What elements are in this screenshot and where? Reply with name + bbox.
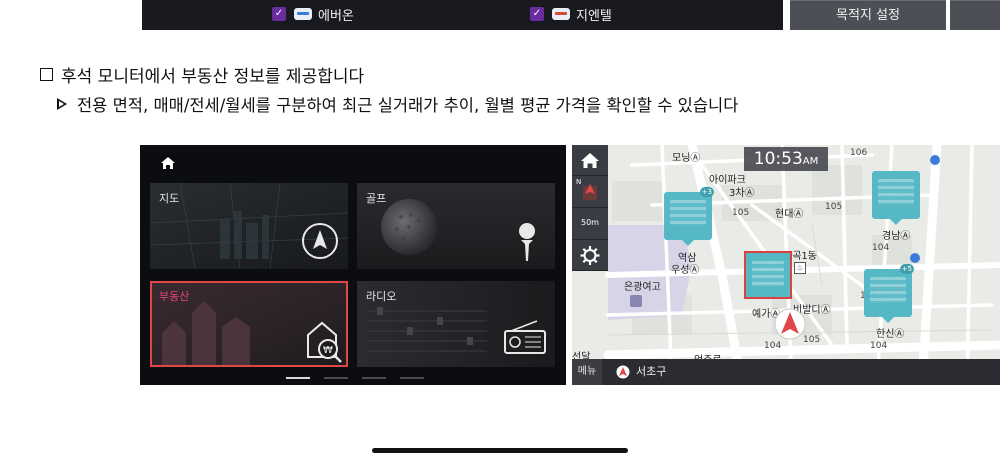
home-indicator[interactable] bbox=[372, 448, 628, 453]
school-icon bbox=[630, 295, 642, 307]
option-gentel[interactable]: ✓ 지엔텔 bbox=[530, 4, 612, 24]
everon-logo-icon bbox=[294, 8, 312, 20]
map-number: 105 bbox=[825, 202, 843, 212]
map-number: 106 bbox=[850, 148, 868, 158]
page-dot[interactable] bbox=[286, 377, 310, 379]
home-icon bbox=[581, 153, 599, 168]
tile-map[interactable]: 지도 bbox=[150, 183, 348, 269]
listing-info bbox=[878, 179, 914, 205]
location-arrow-icon bbox=[616, 365, 630, 379]
map-label: 은광여고 bbox=[624, 282, 661, 293]
set-destination-button[interactable]: 목적지 설정 bbox=[790, 0, 946, 30]
listing-marker[interactable]: +5 bbox=[864, 264, 914, 323]
listing-marker[interactable] bbox=[872, 171, 920, 225]
page-subtitle: 전용 면적, 매매/전세/월세를 구분하여 최근 실거래가 추이, 월별 평균 … bbox=[57, 92, 738, 116]
square-bullet-icon bbox=[40, 68, 53, 81]
map-label: 우성Ⓐ bbox=[671, 265, 700, 276]
listing-marker-selected[interactable] bbox=[744, 251, 792, 299]
map-label: 모닝Ⓐ bbox=[672, 153, 701, 164]
checkbox-checked-icon[interactable]: ✓ bbox=[272, 7, 286, 21]
north-label: N bbox=[576, 178, 582, 186]
map-label: 경남Ⓐ bbox=[882, 231, 911, 242]
svg-text:₩: ₩ bbox=[323, 345, 333, 356]
page-title-text: 후석 모니터에서 부동산 정보를 제공합니다 bbox=[61, 67, 365, 87]
page-subtitle-text: 전용 면적, 매매/전세/월세를 구분하여 최근 실거래가 추이, 월별 평균 … bbox=[77, 96, 739, 115]
listing-info bbox=[670, 200, 706, 226]
compass-button[interactable]: N bbox=[572, 176, 608, 208]
map-screen: N 50m 10:53AM 모닝Ⓐ 106 아이파크 3차Ⓐ 105 현대Ⓐ 1… bbox=[572, 145, 1000, 385]
transit-icon: ♨ bbox=[794, 262, 806, 274]
gear-icon bbox=[580, 246, 600, 265]
map-bottom-bar: 메뉴 서초구 bbox=[572, 359, 1000, 385]
info-icon bbox=[910, 253, 920, 263]
listing-count-badge: +3 bbox=[699, 187, 714, 197]
page-dot[interactable] bbox=[362, 377, 386, 379]
triangle-bullet-icon bbox=[57, 98, 67, 110]
map-label: 3차Ⓐ bbox=[729, 188, 755, 199]
toolbar-button[interactable] bbox=[950, 0, 1000, 30]
page-indicator bbox=[286, 377, 424, 379]
info-icon bbox=[930, 155, 940, 165]
current-district: 서초구 bbox=[636, 365, 667, 378]
map-number: 104 bbox=[764, 341, 782, 351]
current-location-icon bbox=[774, 308, 806, 340]
tile-radio[interactable]: 라디오 bbox=[357, 281, 555, 367]
listing-info bbox=[870, 277, 906, 303]
top-toolbar: ✓ 에버온 ✓ 지엔텔 bbox=[142, 0, 783, 30]
map-number: 104 bbox=[870, 341, 888, 351]
home-icon[interactable] bbox=[160, 155, 176, 174]
page-dot[interactable] bbox=[324, 377, 348, 379]
map-label: 한신Ⓐ bbox=[876, 329, 905, 340]
tile-realty[interactable]: ₩ 부동산 bbox=[150, 281, 348, 367]
scale-label: 50m bbox=[581, 218, 599, 227]
tile-label: 골프 bbox=[366, 192, 387, 205]
option-everon[interactable]: ✓ 에버온 bbox=[272, 4, 354, 24]
clock-ampm: AM bbox=[802, 156, 819, 167]
menu-button[interactable]: 메뉴 bbox=[572, 359, 602, 385]
listing-count-badge: +5 bbox=[899, 264, 914, 274]
listing-marker[interactable]: +3 bbox=[664, 187, 714, 246]
checkbox-checked-icon[interactable]: ✓ bbox=[530, 7, 544, 21]
map-number: 104 bbox=[872, 243, 890, 253]
option-label: 에버온 bbox=[318, 8, 354, 24]
map-number: 105 bbox=[732, 208, 750, 218]
tile-golf[interactable]: 골프 bbox=[357, 183, 555, 269]
map-home-button[interactable] bbox=[572, 145, 608, 176]
listing-info bbox=[752, 261, 784, 287]
settings-button[interactable] bbox=[572, 240, 608, 271]
map-label: 현대Ⓐ bbox=[775, 209, 804, 220]
gentel-logo-icon bbox=[552, 8, 570, 20]
option-label: 지엔텔 bbox=[576, 8, 612, 24]
tile-label: 라디오 bbox=[366, 290, 397, 303]
page-title: 후석 모니터에서 부동산 정보를 제공합니다 bbox=[40, 62, 364, 87]
tile-label: 지도 bbox=[159, 192, 180, 205]
tile-label: 부동산 bbox=[159, 290, 190, 303]
clock: 10:53AM bbox=[744, 147, 828, 171]
scale-button[interactable]: 50m bbox=[572, 208, 608, 240]
clock-time: 10:53 bbox=[753, 149, 803, 169]
page-dot[interactable] bbox=[400, 377, 424, 379]
